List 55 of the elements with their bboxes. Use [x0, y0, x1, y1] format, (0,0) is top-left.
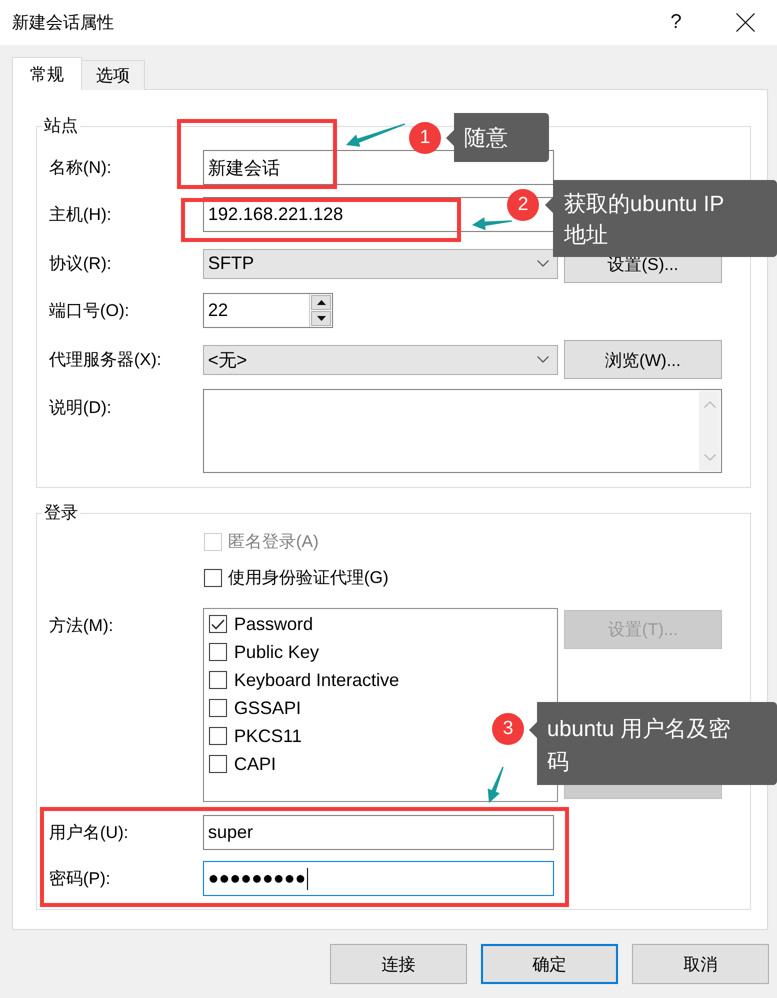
text-field[interactable]: ●●●●●●●●●	[203, 861, 554, 896]
checkbox-label: Keyboard Interactive	[234, 669, 400, 691]
field-label: 说明(D):	[49, 397, 112, 419]
field-label: 方法(M):	[49, 615, 114, 637]
checkbox[interactable]	[204, 569, 222, 587]
callout-tooltip: 随意	[446, 113, 549, 162]
field-label: 名称(N):	[49, 156, 112, 178]
checkbox-label: PKCS11	[234, 725, 302, 747]
text-field[interactable]: super	[203, 815, 554, 850]
checkbox[interactable]	[209, 671, 227, 689]
checkbox-label: Password	[234, 613, 314, 635]
checkbox-label: GSSAPI	[234, 697, 302, 719]
field-label: 主机(H):	[49, 204, 112, 226]
checkbox-label: CAPI	[234, 753, 276, 775]
field-label: 端口号(O):	[49, 300, 130, 322]
checkbox[interactable]	[209, 755, 227, 773]
dialog-button[interactable]: 确定	[481, 944, 618, 984]
tab[interactable]: 选项	[81, 60, 145, 90]
dropdown[interactable]: <无>	[203, 344, 558, 374]
text-cursor	[306, 868, 308, 890]
field-label: 代理服务器(X):	[49, 348, 162, 370]
tab[interactable]: 常规	[12, 57, 82, 90]
spin-up-button[interactable]	[311, 295, 331, 310]
dialog-button[interactable]: 取消	[632, 944, 769, 984]
chevron-down-icon	[537, 260, 549, 267]
chevron-down-icon	[537, 356, 549, 363]
spin-box[interactable]: 22	[203, 293, 333, 328]
checkmark-icon	[211, 618, 225, 630]
field-label: 用户名(U):	[49, 822, 130, 844]
close-icon	[736, 13, 755, 32]
callout-tooltip: 获取的ubuntu IP 地址	[545, 180, 777, 257]
triangle-down-icon	[316, 316, 326, 321]
action-button[interactable]: 浏览(W)...	[564, 340, 722, 379]
group-title: 站点	[43, 115, 79, 137]
text-area[interactable]	[203, 389, 722, 473]
checkbox[interactable]	[209, 727, 227, 745]
annotation-arrow	[488, 766, 504, 803]
annotation-arrow	[346, 123, 406, 147]
help-button[interactable]: ?	[654, 0, 698, 45]
triangle-up-icon	[316, 300, 326, 305]
checkbox-label: 匿名登录(A)	[228, 531, 319, 553]
checkbox[interactable]	[209, 643, 227, 661]
checkbox[interactable]	[209, 615, 227, 633]
field-label: 密码(P):	[49, 868, 112, 890]
callout-tooltip: ubuntu 用户名及密码	[529, 702, 777, 785]
spin-down-button[interactable]	[311, 311, 331, 326]
checkbox[interactable]	[209, 699, 227, 717]
checkbox-label: Public Key	[234, 641, 320, 663]
group-title: 登录	[43, 502, 79, 524]
checkbox-label: 使用身份验证代理(G)	[228, 567, 389, 589]
dropdown[interactable]: SFTP	[203, 248, 558, 278]
dialog-button[interactable]: 连接	[330, 944, 467, 984]
annotation-arrow	[472, 217, 512, 230]
window-title: 新建会话属性	[12, 12, 114, 34]
field-label: 协议(R):	[49, 252, 112, 274]
